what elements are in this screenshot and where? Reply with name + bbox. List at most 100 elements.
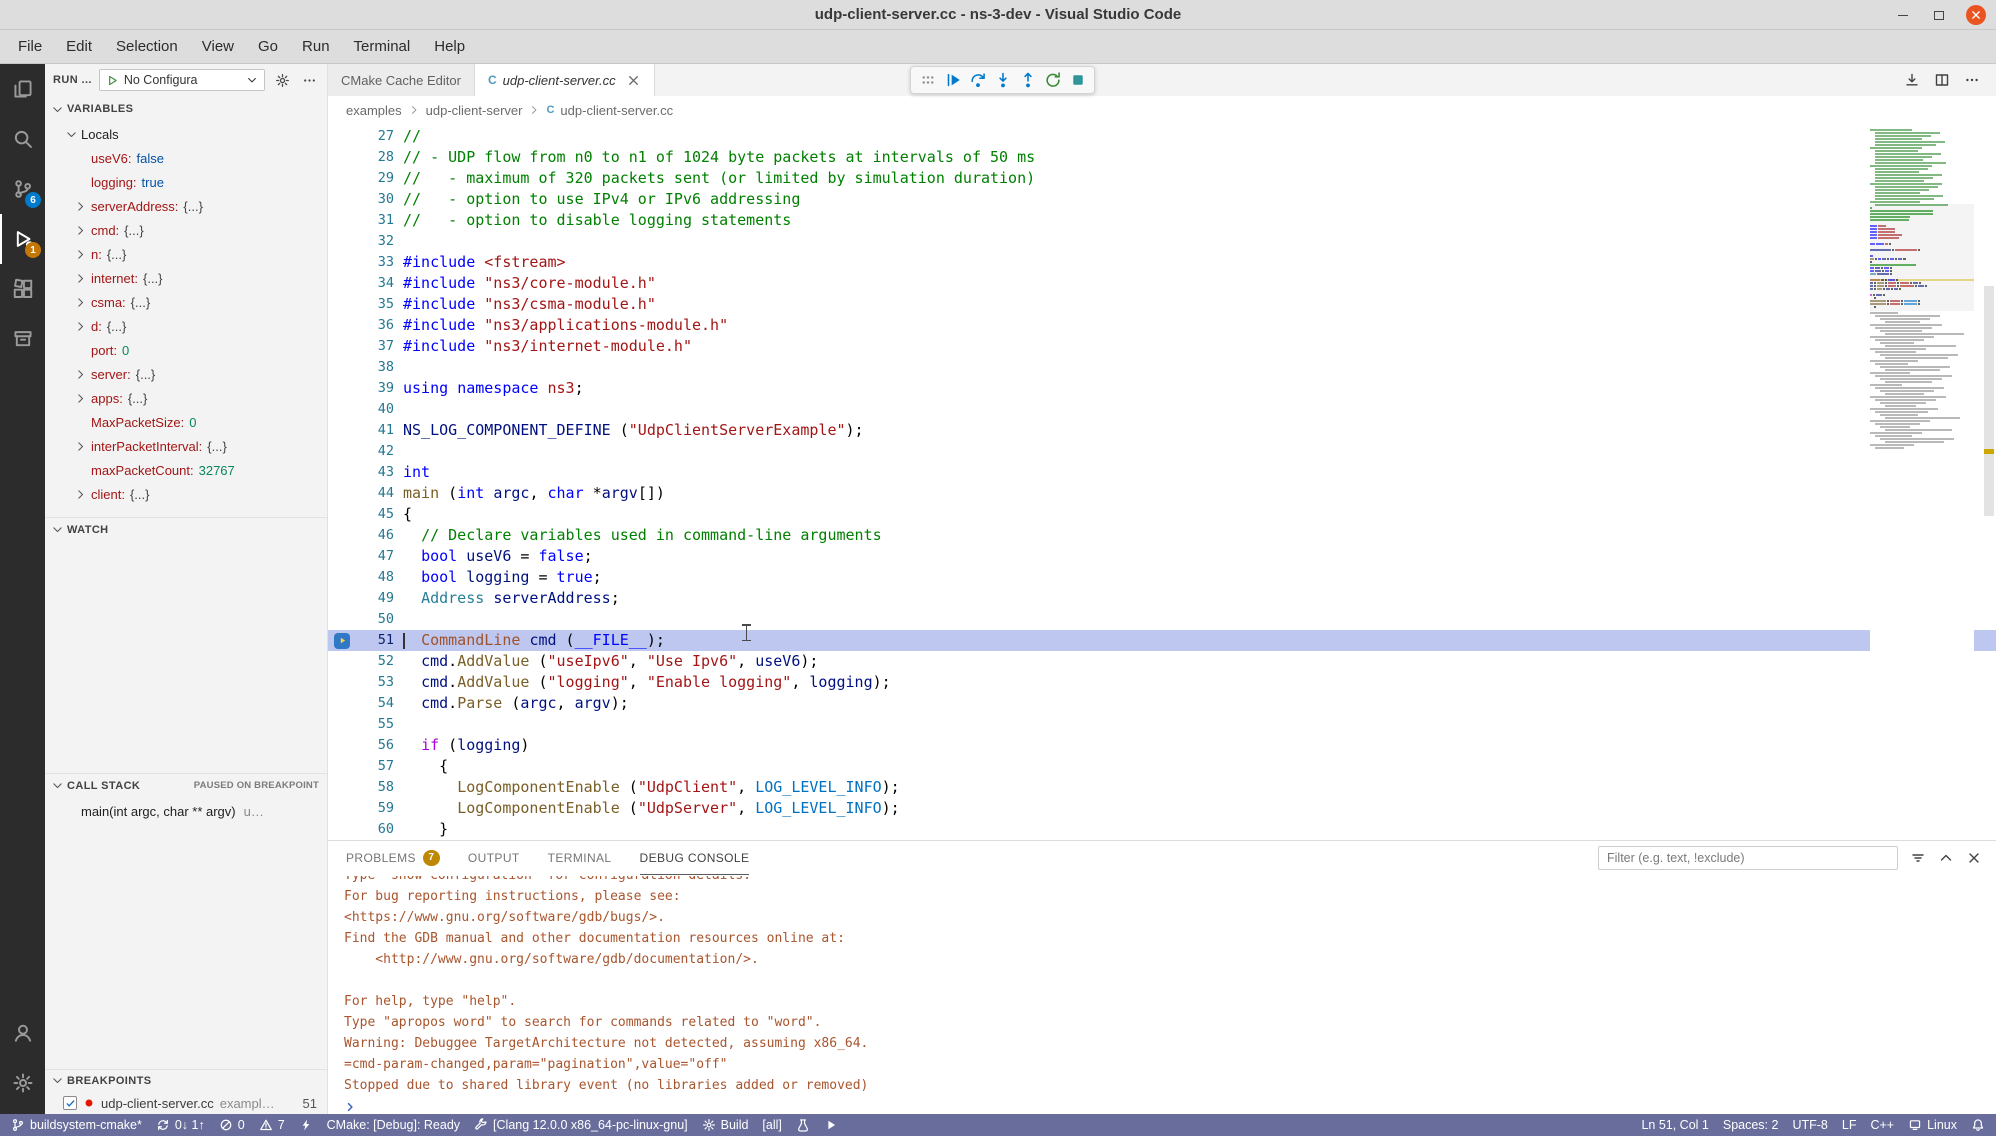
code-line-47[interactable]: 47 bool useV6 = false; [328, 546, 1996, 567]
code-line-60[interactable]: 60 } [328, 819, 1996, 840]
code-line-53[interactable]: 53 cmd.AddValue ("logging", "Enable logg… [328, 672, 1996, 693]
panel-tab-terminal[interactable]: TERMINAL [548, 841, 612, 875]
status-build[interactable]: Build [695, 1114, 756, 1136]
panel-tab-problems[interactable]: PROBLEMS7 [346, 841, 440, 875]
status-cursor-position[interactable]: Ln 51, Col 1 [1634, 1114, 1715, 1136]
status-eol[interactable]: LF [1835, 1114, 1864, 1136]
status-kit[interactable]: [Clang 12.0.0 x86_64-pc-linux-gnu] [467, 1114, 695, 1136]
status-errors[interactable]: 0 [212, 1114, 252, 1136]
maximize-panel-icon[interactable] [1938, 850, 1954, 866]
debug-step-over-button[interactable] [965, 67, 990, 93]
panel-tab-output[interactable]: OUTPUT [468, 841, 520, 875]
maximize-button[interactable] [1930, 6, 1948, 24]
code-line-56[interactable]: 56 if (logging) [328, 735, 1996, 756]
locals-scope-row[interactable]: Locals [45, 122, 327, 146]
menu-edit[interactable]: Edit [54, 30, 104, 63]
download-icon[interactable] [1904, 72, 1920, 88]
variable-row-n[interactable]: n:{...} [45, 242, 327, 266]
debug-continue-button[interactable] [940, 67, 965, 93]
code-line-54[interactable]: 54 cmd.Parse (argc, argv); [328, 693, 1996, 714]
close-button[interactable] [1966, 5, 1986, 25]
status-language[interactable]: C++ [1863, 1114, 1901, 1136]
code-line-41[interactable]: 41NS_LOG_COMPONENT_DEFINE ("UdpClientSer… [328, 420, 1996, 441]
minimize-button[interactable] [1894, 6, 1912, 24]
status-launch[interactable] [817, 1114, 845, 1136]
breakpoints-section-header[interactable]: BREAKPOINTS [45, 1069, 327, 1091]
code-line-31[interactable]: 31// - option to disable logging stateme… [328, 210, 1996, 231]
activity-source-control[interactable]: 6 [0, 164, 45, 214]
code-line-39[interactable]: 39using namespace ns3; [328, 378, 1996, 399]
status-branch[interactable]: buildsystem-cmake* [4, 1114, 149, 1136]
status-indentation[interactable]: Spaces: 2 [1716, 1114, 1786, 1136]
code-line-28[interactable]: 28// - UDP flow from n0 to n1 of 1024 by… [328, 147, 1996, 168]
code-line-42[interactable]: 42 [328, 441, 1996, 462]
variable-row-useV6[interactable]: useV6:false [45, 146, 327, 170]
code-line-44[interactable]: 44main (int argc, char *argv[]) [328, 483, 1996, 504]
code-line-55[interactable]: 55 [328, 714, 1996, 735]
code-line-33[interactable]: 33#include <fstream> [328, 252, 1996, 273]
activity-run-and-debug[interactable]: 1 [0, 214, 45, 264]
minimap[interactable] [1870, 124, 1974, 840]
menu-view[interactable]: View [190, 30, 246, 63]
code-line-45[interactable]: 45{ [328, 504, 1996, 525]
code-line-30[interactable]: 30// - option to use IPv4 or IPv6 addres… [328, 189, 1996, 210]
breakpoint-row[interactable]: udp-client-server.cc exampl… 51 [45, 1093, 327, 1113]
status-build-target[interactable]: [all] [755, 1114, 788, 1136]
status-cmake-status[interactable]: CMake: [Debug]: Ready [320, 1114, 467, 1136]
variable-row-serverAddress[interactable]: serverAddress:{...} [45, 194, 327, 218]
console-prompt[interactable] [344, 1096, 1982, 1114]
activity-settings[interactable] [0, 1058, 45, 1108]
code-line-58[interactable]: 58 LogComponentEnable ("UdpClient", LOG_… [328, 777, 1996, 798]
panel-tab-debug-console[interactable]: DEBUG CONSOLE [640, 841, 750, 875]
code-line-43[interactable]: 43int [328, 462, 1996, 483]
code-editor[interactable]: 27//28// - UDP flow from n0 to n1 of 102… [328, 124, 1996, 840]
debug-restart-button[interactable] [1040, 67, 1065, 93]
status-notifications[interactable] [1964, 1114, 1992, 1136]
activity-extensions[interactable] [0, 264, 45, 314]
code-line-27[interactable]: 27// [328, 126, 1996, 147]
debug-console[interactable]: Type "show configuration" for configurat… [328, 876, 1982, 1114]
code-line-36[interactable]: 36#include "ns3/applications-module.h" [328, 315, 1996, 336]
code-line-59[interactable]: 59 LogComponentEnable ("UdpServer", LOG_… [328, 798, 1996, 819]
variable-row-cmd[interactable]: cmd:{...} [45, 218, 327, 242]
editor-scrollbar[interactable] [1982, 124, 1996, 840]
menu-help[interactable]: Help [422, 30, 477, 63]
activity-search[interactable] [0, 114, 45, 164]
status-cmake-debug[interactable] [292, 1114, 320, 1136]
menu-run[interactable]: Run [290, 30, 342, 63]
breadcrumb-item[interactable]: udp-client-server.cc [560, 103, 673, 118]
stack-frame-row[interactable]: main(int argc, char ** argv) u… [45, 800, 327, 822]
views-more-button[interactable] [299, 70, 319, 90]
code-line-50[interactable]: 50 [328, 609, 1996, 630]
tab-cmake-cache-editor[interactable]: CMake Cache Editor [328, 64, 475, 96]
status-warnings[interactable]: 7 [252, 1114, 292, 1136]
menu-go[interactable]: Go [246, 30, 290, 63]
variable-row-logging[interactable]: logging:true [45, 170, 327, 194]
variable-row-internet[interactable]: internet:{...} [45, 266, 327, 290]
debug-settings-button[interactable] [272, 70, 292, 90]
tab-udp-client-server-cc[interactable]: Cudp-client-server.cc [475, 64, 655, 96]
code-line-57[interactable]: 57 { [328, 756, 1996, 777]
split-editor-icon[interactable] [1934, 72, 1950, 88]
code-line-38[interactable]: 38 [328, 357, 1996, 378]
console-filter-input[interactable] [1598, 846, 1898, 870]
breadcrumb-item[interactable]: udp-client-server [426, 103, 523, 118]
variable-row-MaxPacketSize[interactable]: MaxPacketSize:0 [45, 410, 327, 434]
debug-stop-button[interactable] [1065, 67, 1090, 93]
menu-selection[interactable]: Selection [104, 30, 190, 63]
status-ctest[interactable] [789, 1114, 817, 1136]
breadcrumb-item[interactable]: examples [346, 103, 402, 118]
breakpoint-checkbox[interactable] [63, 1096, 77, 1110]
scrollbar-thumb[interactable] [1984, 286, 1994, 516]
code-line-40[interactable]: 40 [328, 399, 1996, 420]
code-line-34[interactable]: 34#include "ns3/core-module.h" [328, 273, 1996, 294]
code-line-46[interactable]: 46 // Declare variables used in command-… [328, 525, 1996, 546]
status-target-os[interactable]: Linux [1901, 1114, 1964, 1136]
close-panel-icon[interactable] [1966, 850, 1982, 866]
code-line-52[interactable]: 52 cmd.AddValue ("useIpv6", "Use Ipv6", … [328, 651, 1996, 672]
variable-row-server[interactable]: server:{...} [45, 362, 327, 386]
more-actions-icon[interactable] [1964, 72, 1980, 88]
code-line-49[interactable]: 49 Address serverAddress; [328, 588, 1996, 609]
variable-row-csma[interactable]: csma:{...} [45, 290, 327, 314]
debug-config-dropdown[interactable]: No Configura [99, 69, 265, 91]
